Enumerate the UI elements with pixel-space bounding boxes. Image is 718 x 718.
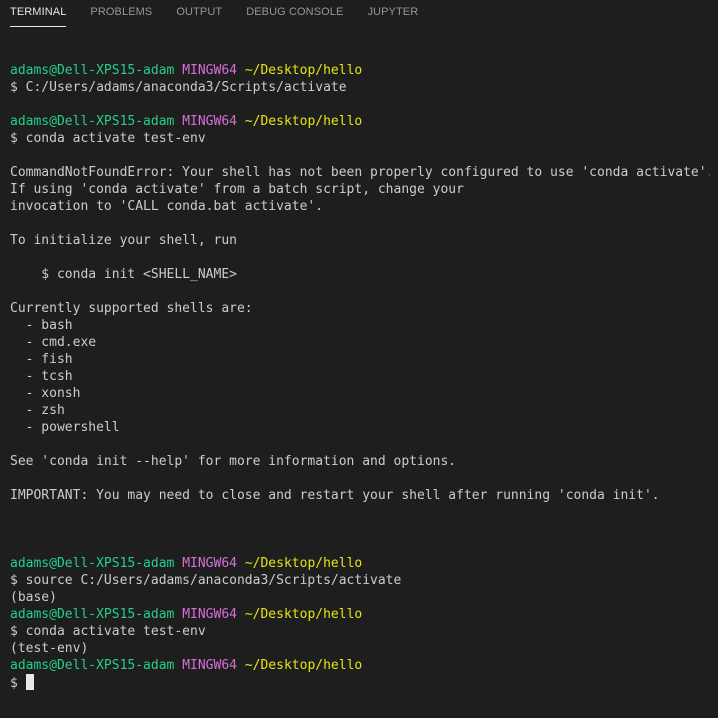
output-line: CommandNotFoundError: Your shell has not…	[10, 165, 710, 180]
prompt-line: adams@Dell-XPS15-adam MINGW64 ~/Desktop/…	[10, 113, 710, 130]
output-line: See 'conda init --help' for more informa…	[10, 454, 457, 469]
output-line: - cmd.exe	[10, 335, 97, 350]
output-line: - powershell	[10, 420, 120, 435]
prompt-line: adams@Dell-XPS15-adam MINGW64 ~/Desktop/…	[10, 62, 710, 79]
input-line: $	[10, 674, 710, 691]
output-line: - bash	[10, 318, 73, 333]
prompt-user-host: adams@Dell-XPS15-adam	[10, 556, 175, 571]
output-line: invocation to 'CALL conda.bat activate'.	[10, 199, 324, 214]
prompt-user-host: adams@Dell-XPS15-adam	[10, 63, 175, 78]
prompt-system: MINGW64	[182, 114, 237, 129]
output-line: - fish	[10, 352, 73, 367]
prompt-user-host: adams@Dell-XPS15-adam	[10, 607, 175, 622]
prompt-system: MINGW64	[182, 556, 237, 571]
output-line: - xonsh	[10, 386, 81, 401]
output-line: If using 'conda activate' from a batch s…	[10, 182, 464, 197]
prompt-system: MINGW64	[182, 607, 237, 622]
output-line: $ C:/Users/adams/anaconda3/Scripts/activ…	[10, 80, 347, 95]
prompt-path: ~/Desktop/hello	[244, 114, 363, 129]
output-line: $ conda activate test-env	[10, 131, 206, 146]
output-line: (base)	[10, 590, 57, 605]
prompt-path: ~/Desktop/hello	[244, 658, 363, 673]
output-line: IMPORTANT: You may need to close and res…	[10, 488, 660, 503]
prompt-line: adams@Dell-XPS15-adam MINGW64 ~/Desktop/…	[10, 657, 710, 674]
terminal-output[interactable]: adams@Dell-XPS15-adam MINGW64 ~/Desktop/…	[10, 45, 710, 705]
tab-debug-console[interactable]: DEBUG CONSOLE	[246, 0, 343, 26]
tab-terminal[interactable]: TERMINAL	[10, 0, 67, 27]
prompt-user-host: adams@Dell-XPS15-adam	[10, 114, 175, 129]
prompt-system: MINGW64	[182, 658, 237, 673]
tab-jupyter[interactable]: JUPYTER	[367, 0, 418, 26]
prompt-line: adams@Dell-XPS15-adam MINGW64 ~/Desktop/…	[10, 555, 710, 572]
output-line: $ source C:/Users/adams/anaconda3/Script…	[10, 573, 402, 588]
prompt-user-host: adams@Dell-XPS15-adam	[10, 658, 175, 673]
tab-problems[interactable]: PROBLEMS	[90, 0, 152, 26]
prompt-path: ~/Desktop/hello	[244, 607, 363, 622]
prompt-path: ~/Desktop/hello	[244, 63, 363, 78]
output-line: To initialize your shell, run	[10, 233, 237, 248]
output-line: $ conda init <SHELL_NAME>	[10, 267, 237, 282]
tab-output[interactable]: OUTPUT	[176, 0, 222, 26]
terminal-cursor[interactable]	[25, 674, 34, 690]
prompt-symbol: $	[10, 676, 18, 691]
output-line: - zsh	[10, 403, 65, 418]
prompt-system: MINGW64	[182, 63, 237, 78]
prompt-line: adams@Dell-XPS15-adam MINGW64 ~/Desktop/…	[10, 606, 710, 623]
output-line: (test-env)	[10, 641, 89, 656]
prompt-path: ~/Desktop/hello	[244, 556, 363, 571]
output-line: - tcsh	[10, 369, 73, 384]
output-line: Currently supported shells are:	[10, 301, 253, 316]
output-line: $ conda activate test-env	[10, 624, 206, 639]
panel-tab-bar: TERMINAL PROBLEMS OUTPUT DEBUG CONSOLE JUPYT…	[0, 0, 718, 28]
